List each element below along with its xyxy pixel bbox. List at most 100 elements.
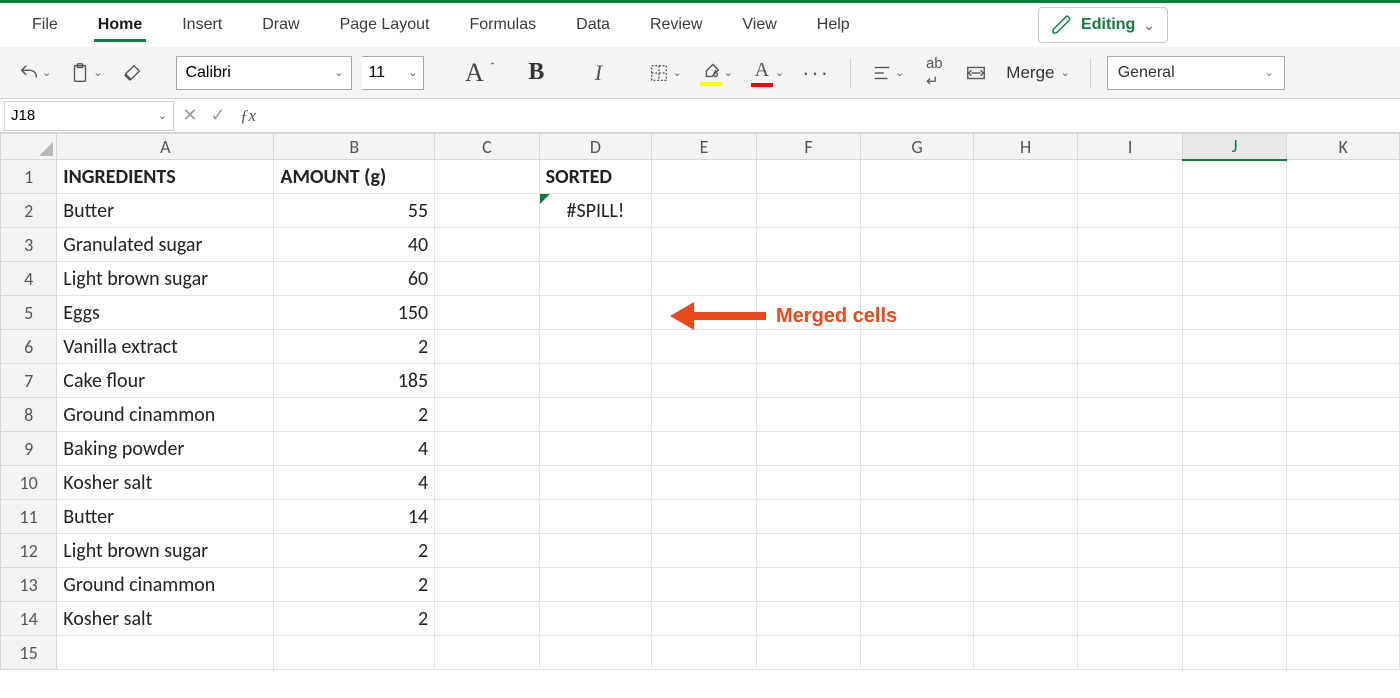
cell[interactable] xyxy=(756,398,861,432)
cell[interactable] xyxy=(973,466,1078,500)
cell[interactable] xyxy=(973,262,1078,296)
cell[interactable] xyxy=(539,636,652,670)
merge-button[interactable]: Merge ⌄ xyxy=(1002,56,1073,90)
cell[interactable] xyxy=(1078,636,1183,670)
cell[interactable] xyxy=(652,228,757,262)
cell[interactable] xyxy=(652,636,757,670)
cell[interactable]: 60 xyxy=(274,262,435,296)
tab-page-layout[interactable]: Page Layout xyxy=(320,6,450,44)
cell[interactable] xyxy=(1182,500,1287,534)
increase-font-button[interactable]: Aˆ xyxy=(458,56,490,90)
cell[interactable]: 14 xyxy=(274,500,435,534)
cell[interactable] xyxy=(861,364,974,398)
row-header[interactable]: 6 xyxy=(1,330,57,364)
cell[interactable]: Light brown sugar xyxy=(57,534,274,568)
cell[interactable] xyxy=(756,602,861,636)
cell[interactable] xyxy=(1078,466,1183,500)
cell[interactable] xyxy=(973,194,1078,228)
font-color-button[interactable]: A ⌄ xyxy=(747,56,788,90)
cell[interactable]: 150 xyxy=(274,296,435,330)
cell[interactable] xyxy=(1078,262,1183,296)
cell[interactable]: SORTED xyxy=(539,160,652,194)
cell[interactable] xyxy=(973,568,1078,602)
cell[interactable] xyxy=(973,296,1078,330)
cell[interactable] xyxy=(1287,296,1400,330)
row-header[interactable]: 7 xyxy=(1,364,57,398)
col-header-I[interactable]: I xyxy=(1078,134,1183,160)
align-button[interactable]: ⌄ xyxy=(867,56,908,90)
col-header-A[interactable]: A xyxy=(57,134,274,160)
cell[interactable] xyxy=(652,194,757,228)
tab-insert[interactable]: Insert xyxy=(162,6,242,44)
cell[interactable] xyxy=(756,228,861,262)
col-header-D[interactable]: D xyxy=(539,134,652,160)
cell[interactable] xyxy=(756,330,861,364)
cell[interactable] xyxy=(1182,364,1287,398)
cell[interactable] xyxy=(652,262,757,296)
cell[interactable] xyxy=(861,262,974,296)
row-header[interactable]: 13 xyxy=(1,568,57,602)
cell[interactable] xyxy=(1287,398,1400,432)
cell[interactable]: INGREDIENTS xyxy=(57,160,274,194)
cell[interactable] xyxy=(539,262,652,296)
font-size-select[interactable]: 11 ⌄ xyxy=(362,56,424,90)
cell[interactable] xyxy=(973,228,1078,262)
cell[interactable] xyxy=(652,466,757,500)
cell[interactable]: 4 xyxy=(274,466,435,500)
cell[interactable] xyxy=(756,568,861,602)
cell[interactable] xyxy=(652,500,757,534)
row-header[interactable]: 9 xyxy=(1,432,57,466)
tab-data[interactable]: Data xyxy=(556,6,630,44)
cell[interactable] xyxy=(435,534,540,568)
cell[interactable] xyxy=(539,330,652,364)
cell[interactable] xyxy=(435,228,540,262)
cell[interactable] xyxy=(861,296,974,330)
row-header[interactable]: 1 xyxy=(1,160,57,194)
cell[interactable] xyxy=(756,160,861,194)
col-header-E[interactable]: E xyxy=(652,134,757,160)
cell[interactable] xyxy=(435,568,540,602)
col-header-B[interactable]: B xyxy=(274,134,435,160)
cell[interactable] xyxy=(1182,194,1287,228)
row-header[interactable]: 5 xyxy=(1,296,57,330)
cell[interactable] xyxy=(756,534,861,568)
cell[interactable] xyxy=(652,160,757,194)
cell[interactable]: 40 xyxy=(274,228,435,262)
cell[interactable]: 2 xyxy=(274,534,435,568)
cell[interactable] xyxy=(1078,500,1183,534)
cell[interactable] xyxy=(861,330,974,364)
cell[interactable] xyxy=(861,228,974,262)
cell[interactable] xyxy=(1287,432,1400,466)
cell[interactable]: Light brown sugar xyxy=(57,262,274,296)
cell[interactable] xyxy=(1078,602,1183,636)
cell[interactable]: 2 xyxy=(274,602,435,636)
cell[interactable] xyxy=(1078,432,1183,466)
cell[interactable] xyxy=(1287,568,1400,602)
cell[interactable] xyxy=(973,602,1078,636)
cell[interactable] xyxy=(435,398,540,432)
cell[interactable] xyxy=(1078,568,1183,602)
cell[interactable] xyxy=(861,534,974,568)
cell[interactable]: Butter xyxy=(57,194,274,228)
col-header-H[interactable]: H xyxy=(973,134,1078,160)
cell[interactable] xyxy=(973,364,1078,398)
formula-input[interactable] xyxy=(264,99,1400,132)
cell[interactable] xyxy=(1182,636,1287,670)
cell[interactable] xyxy=(435,500,540,534)
cell[interactable] xyxy=(539,228,652,262)
cell[interactable] xyxy=(1287,500,1400,534)
cell[interactable] xyxy=(57,636,274,670)
tab-view[interactable]: View xyxy=(722,6,796,44)
cell[interactable] xyxy=(756,636,861,670)
cell[interactable] xyxy=(435,194,540,228)
paste-button[interactable]: ⌄ xyxy=(65,56,106,90)
cell[interactable]: 2 xyxy=(274,330,435,364)
cell[interactable] xyxy=(539,364,652,398)
cell[interactable] xyxy=(861,466,974,500)
cell[interactable] xyxy=(539,602,652,636)
cell[interactable] xyxy=(652,330,757,364)
italic-button[interactable]: I xyxy=(582,56,614,90)
cell[interactable] xyxy=(435,160,540,194)
cell[interactable] xyxy=(435,262,540,296)
col-header-J[interactable]: J xyxy=(1182,134,1287,160)
